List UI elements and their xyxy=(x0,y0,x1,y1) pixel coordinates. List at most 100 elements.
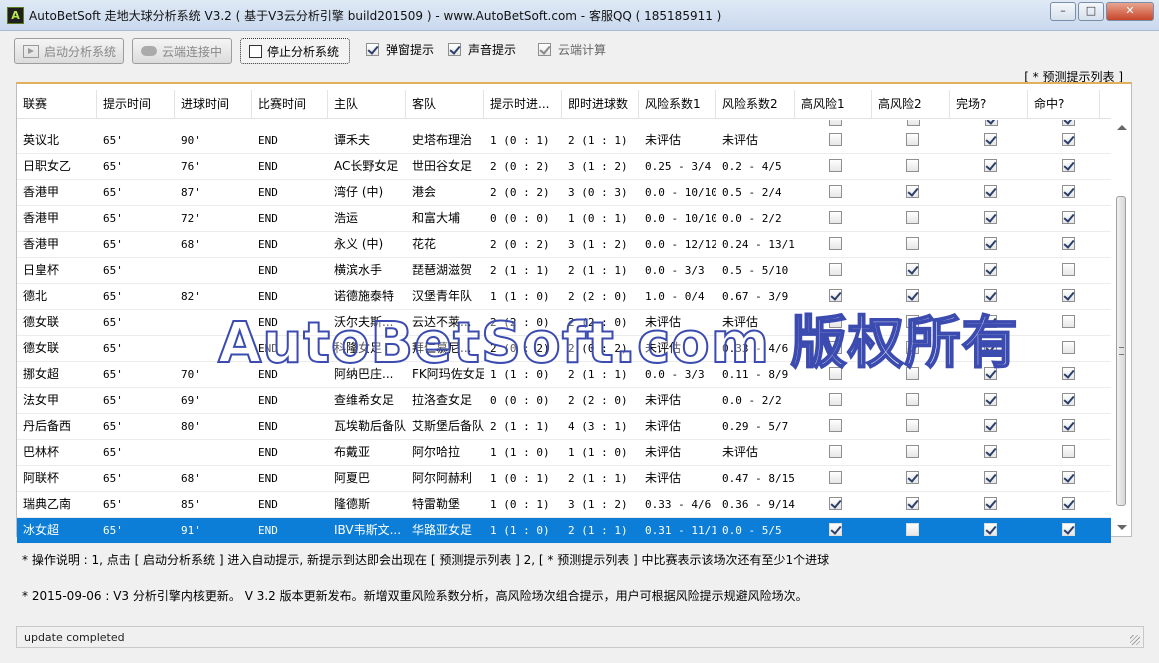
scroll-thumb[interactable] xyxy=(1116,196,1126,506)
finished-checkbox[interactable] xyxy=(984,315,997,328)
column-header[interactable]: 命中? xyxy=(1028,90,1100,118)
table-row[interactable]: 德北 65' 82' END 诺德施泰特 汉堡青年队 1 (1 : 0) 2 (2 : 0) 1… xyxy=(17,284,1111,310)
high-risk-1-checkbox[interactable] xyxy=(829,185,842,198)
high-risk-1-checkbox[interactable] xyxy=(829,289,842,302)
table-row[interactable]: 香港甲 65' 72' END 浩运 和富大埔 0 (0 : 0) 1 (0 : 1) 0.0 … xyxy=(17,206,1111,232)
finished-checkbox[interactable] xyxy=(984,471,997,484)
table-row[interactable]: 巴林杯 65' END 布戴亚 阿尔哈拉 1 (1 : 0) 1 (1 : 0) 未评估 未评估 xyxy=(17,440,1111,466)
high-risk-1-checkbox[interactable] xyxy=(829,315,842,328)
high-risk-2-checkbox[interactable] xyxy=(906,289,919,302)
high-risk-2-checkbox[interactable] xyxy=(906,445,919,458)
hit-checkbox[interactable] xyxy=(1062,237,1075,250)
high-risk-1-checkbox[interactable] xyxy=(829,341,842,354)
table-row[interactable]: 挪女超 65' 70' END 阿纳巴庄... FK阿玛佐女足 1 (1 : 0) 2 (1 … xyxy=(17,362,1111,388)
hit-checkbox[interactable] xyxy=(1062,185,1075,198)
hit-checkbox[interactable] xyxy=(1062,419,1075,432)
finished-checkbox[interactable] xyxy=(984,419,997,432)
column-header[interactable]: 风险系数2 xyxy=(716,90,795,118)
hit-checkbox[interactable] xyxy=(1062,211,1075,224)
table-row[interactable]: 英议北 65' 90' END 谭禾夫 史塔布理治 1 (0 : 1) 2 (1 : 1) 未评… xyxy=(17,128,1111,154)
sound-alert-checkbox[interactable] xyxy=(448,43,461,56)
table-row[interactable]: 瑞典乙南 65' 85' END 隆德斯 特雷勒堡 1 (0 : 1) 3 (1 : 2) 0.… xyxy=(17,492,1111,518)
start-analysis-button[interactable]: 启动分析系统 xyxy=(14,38,124,64)
high-risk-1-checkbox[interactable] xyxy=(829,497,842,510)
table-row[interactable]: 阿联杯 65' 68' END 阿夏巴 阿尔阿赫利 1 (0 : 1) 2 (1 : 1) 未评… xyxy=(17,466,1111,492)
column-header[interactable]: 完场? xyxy=(950,90,1028,118)
column-header[interactable]: 提示时间 xyxy=(97,90,175,118)
high-risk-1-checkbox[interactable] xyxy=(829,211,842,224)
table-row[interactable]: 日皇杯 65' END 横滨水手 琵琶湖滋贺 2 (1 : 1) 2 (1 : 1) 0.0 … xyxy=(17,258,1111,284)
high-risk-1-checkbox[interactable] xyxy=(829,133,842,146)
scroll-up-icon[interactable] xyxy=(1117,125,1127,130)
high-risk-1-checkbox[interactable] xyxy=(829,367,842,380)
hit-checkbox[interactable] xyxy=(1062,341,1075,354)
hit-checkbox[interactable] xyxy=(1062,159,1075,172)
table-row[interactable]: 德女联 65' END 沃尔夫斯... 云达不莱... 2 (2 : 0) 2 (2 : 0… xyxy=(17,310,1111,336)
column-header[interactable]: 联赛 xyxy=(17,90,97,118)
finished-checkbox[interactable] xyxy=(984,523,997,536)
finished-checkbox[interactable] xyxy=(984,185,997,198)
hit-checkbox[interactable] xyxy=(1062,497,1075,510)
high-risk-2-checkbox[interactable] xyxy=(906,393,919,406)
high-risk-1-checkbox[interactable] xyxy=(829,445,842,458)
high-risk-1-checkbox[interactable] xyxy=(829,159,842,172)
high-risk-2-checkbox[interactable] xyxy=(906,367,919,380)
finished-checkbox[interactable] xyxy=(984,393,997,406)
high-risk-2-checkbox[interactable] xyxy=(906,315,919,328)
column-header[interactable]: 高风险2 xyxy=(872,90,950,118)
finished-checkbox[interactable] xyxy=(984,445,997,458)
table-row[interactable]: 丹后备西 65' 80' END 瓦埃勒后备队 艾斯堡后备队 2 (1 : 1) 4 (3 :… xyxy=(17,414,1111,440)
sound-alert-option[interactable]: 声音提示 xyxy=(448,41,516,58)
column-header[interactable]: 即时进球数 xyxy=(562,90,639,118)
column-header[interactable]: 比赛时间 xyxy=(252,90,328,118)
column-header[interactable]: 主队 xyxy=(328,90,406,118)
column-header[interactable]: 风险系数1 xyxy=(639,90,716,118)
table-row[interactable]: 法女甲 65' 69' END 查维希女足 拉洛查女足 0 (0 : 0) 2 (2 : 0)… xyxy=(17,388,1111,414)
scroll-down-icon[interactable] xyxy=(1117,525,1127,530)
table-row[interactable]: 德女联 65' END 科隆女足 拜仁慕尼... 2 (0 : 2) 2 (0 : 2) 未评… xyxy=(17,336,1111,362)
popup-alert-option[interactable]: 弹窗提示 xyxy=(366,41,434,58)
finished-checkbox[interactable] xyxy=(984,263,997,276)
column-header[interactable]: 客队 xyxy=(406,90,484,118)
high-risk-2-checkbox[interactable] xyxy=(906,159,919,172)
finished-checkbox[interactable] xyxy=(984,289,997,302)
popup-alert-checkbox[interactable] xyxy=(366,43,379,56)
hit-checkbox[interactable] xyxy=(1062,367,1075,380)
hit-checkbox[interactable] xyxy=(1062,471,1075,484)
high-risk-1-checkbox[interactable] xyxy=(829,237,842,250)
high-risk-2-checkbox[interactable] xyxy=(906,133,919,146)
high-risk-2-checkbox[interactable] xyxy=(906,419,919,432)
finished-checkbox[interactable] xyxy=(984,211,997,224)
vertical-scrollbar[interactable] xyxy=(1114,120,1129,532)
column-header[interactable]: 进球时间 xyxy=(175,90,252,118)
hit-checkbox[interactable] xyxy=(1062,315,1075,328)
high-risk-1-checkbox[interactable] xyxy=(829,523,842,536)
hit-checkbox[interactable] xyxy=(1062,289,1075,302)
finished-checkbox[interactable] xyxy=(984,159,997,172)
high-risk-2-checkbox[interactable] xyxy=(906,185,919,198)
table-row[interactable]: 日职女乙 65' 76' END AC长野女足 世田谷女足 2 (0 : 2) 3 (1 : … xyxy=(17,154,1111,180)
resize-grip-icon[interactable] xyxy=(1130,635,1140,645)
high-risk-2-checkbox[interactable] xyxy=(906,237,919,250)
high-risk-2-checkbox[interactable] xyxy=(906,211,919,224)
finished-checkbox[interactable] xyxy=(984,367,997,380)
finished-checkbox[interactable] xyxy=(984,237,997,250)
high-risk-2-checkbox[interactable] xyxy=(906,471,919,484)
stop-analysis-button[interactable]: 停止分析系统 xyxy=(240,38,350,64)
hit-checkbox[interactable] xyxy=(1062,523,1075,536)
maximize-button[interactable]: □ xyxy=(1078,2,1104,21)
high-risk-1-checkbox[interactable] xyxy=(829,419,842,432)
table-row[interactable]: 冰女超 65' 91' END IBV韦斯文... 华路亚女足 1 (1 : 0) 2 (1 … xyxy=(17,518,1111,544)
high-risk-2-checkbox[interactable] xyxy=(906,341,919,354)
high-risk-1-checkbox[interactable] xyxy=(829,393,842,406)
minimize-button[interactable]: – xyxy=(1050,2,1076,21)
cloud-connect-button[interactable]: 云端连接中 xyxy=(132,38,232,64)
hit-checkbox[interactable] xyxy=(1062,263,1075,276)
table-row[interactable]: 香港甲 65' 87' END 湾仔 (中) 港会 2 (0 : 2) 3 (0 : 3) 0.… xyxy=(17,180,1111,206)
hit-checkbox[interactable] xyxy=(1062,445,1075,458)
finished-checkbox[interactable] xyxy=(984,341,997,354)
column-header[interactable]: 高风险1 xyxy=(795,90,872,118)
hit-checkbox[interactable] xyxy=(1062,133,1075,146)
high-risk-1-checkbox[interactable] xyxy=(829,471,842,484)
column-header[interactable]: 提示时进... xyxy=(484,90,562,118)
